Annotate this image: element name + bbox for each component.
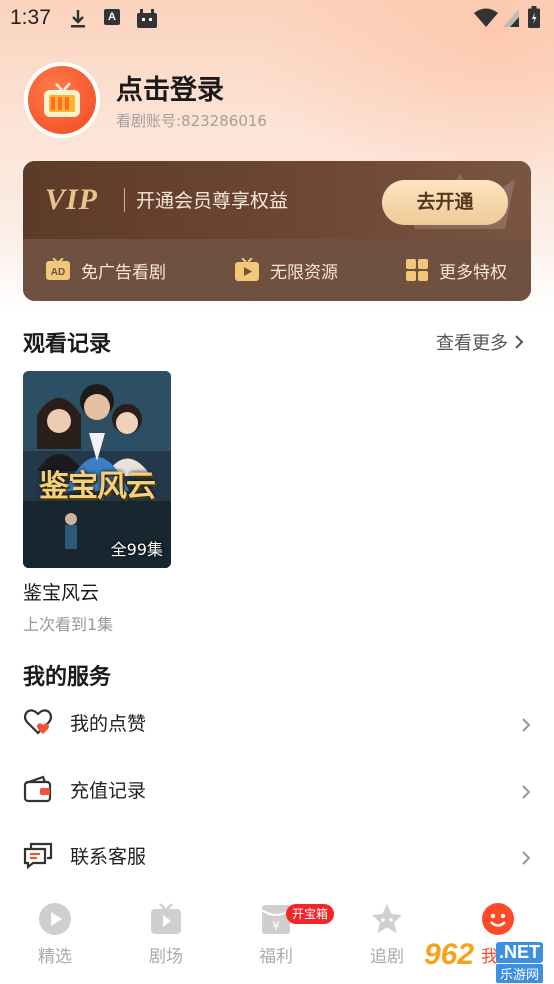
perk-label: 免广告看剧 (81, 262, 166, 283)
vip-divider (124, 188, 125, 212)
site-watermark-logo: 962 .NET 乐游网 (418, 938, 550, 983)
perk-label: 无限资源 (270, 262, 338, 283)
service-label: 充值记录 (70, 780, 147, 802)
heart-icon (23, 709, 53, 735)
svg-text:¥: ¥ (272, 919, 280, 933)
chat-icon (23, 842, 53, 870)
nav-label: 精选 (38, 947, 72, 967)
perk-label: 更多特权 (439, 262, 507, 283)
vip-card[interactable]: VIP 开通会员尊享权益 去开通 AD 免广告看剧 无限资源 更多特权 (23, 161, 531, 301)
chevron-right-icon (522, 718, 531, 732)
tv-icon (151, 903, 181, 934)
history-title: 观看记录 (23, 332, 112, 357)
nav-label: 福利 (259, 947, 293, 967)
status-time: 1:37 (10, 6, 51, 29)
nav-label: 追剧 (370, 947, 404, 967)
show-progress: 上次看到1集 (23, 615, 114, 634)
star-icon (372, 904, 402, 933)
episode-count: 全99集 (110, 540, 163, 559)
perk-no-ads[interactable]: AD 免广告看剧 (45, 257, 166, 283)
nav-theater[interactable]: 剧场 (126, 902, 206, 967)
svg-text:AD: AD (51, 267, 65, 278)
services-title: 我的服务 (23, 665, 112, 690)
wallet-icon (23, 775, 52, 803)
battery-icon (528, 6, 540, 28)
see-more-label: 查看更多 (436, 333, 508, 354)
service-recharge-history[interactable]: 充值记录 (0, 774, 554, 830)
vip-slogan: 开通会员尊享权益 (136, 190, 289, 212)
download-icon (71, 10, 85, 28)
nav-label: 剧场 (149, 947, 183, 967)
history-poster[interactable]: 鉴宝风云 全99集 (23, 371, 171, 568)
vip-open-button[interactable]: 去开通 (382, 180, 508, 225)
nav-following[interactable]: 追剧 (347, 902, 427, 967)
see-more-link[interactable]: 查看更多 (436, 329, 524, 355)
tv-logo-icon (44, 82, 80, 117)
play-tv-icon (235, 258, 259, 281)
watermark-cn: 乐游网 (496, 964, 544, 983)
avatar[interactable] (24, 62, 100, 138)
show-title[interactable]: 鉴宝风云 (23, 578, 99, 605)
chevron-right-icon (522, 785, 531, 799)
watermark-suffix: .NET (496, 942, 544, 963)
treasure-box-badge[interactable]: 开宝箱 (286, 904, 335, 924)
poster-title-art: 鉴宝风云 (39, 469, 156, 504)
chevron-right-icon (515, 335, 524, 349)
a-badge-icon: A (104, 9, 120, 25)
service-label: 联系客服 (70, 846, 147, 868)
watermark-number: 962 (424, 938, 475, 971)
service-label: 我的点赞 (70, 713, 147, 735)
perk-more[interactable]: 更多特权 (405, 257, 507, 283)
login-button[interactable]: 点击登录 (116, 68, 224, 107)
service-likes[interactable]: 我的点赞 (0, 707, 554, 763)
vip-logo: VIP (45, 183, 99, 216)
grid-icon (406, 259, 428, 281)
smiley-icon (482, 903, 514, 935)
account-id: 看剧账号:823286016 (116, 112, 267, 130)
ad-icon: AD (46, 258, 70, 280)
wifi-icon (474, 8, 498, 27)
chevron-right-icon (522, 851, 531, 865)
signal-icon (503, 9, 519, 27)
nav-featured[interactable]: 精选 (15, 902, 95, 967)
status-bar: 1:37 A (0, 0, 554, 38)
play-circle-icon (39, 903, 71, 935)
notification-app-icon (137, 9, 157, 28)
service-customer-support[interactable]: 联系客服 (0, 840, 554, 896)
perk-unlimited[interactable]: 无限资源 (234, 257, 338, 283)
